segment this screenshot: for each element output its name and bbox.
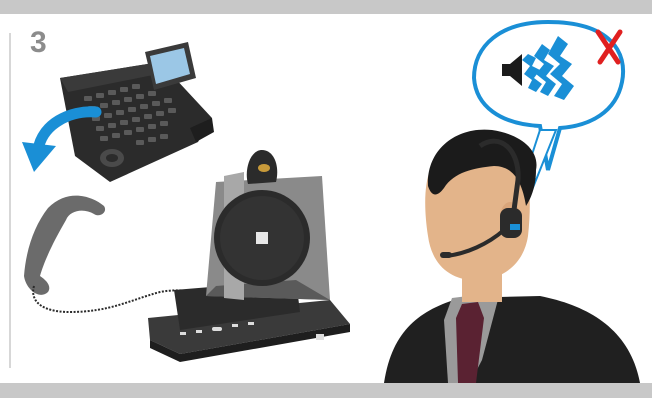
- illustration: [22, 19, 640, 383]
- handset-icon: [24, 195, 106, 295]
- instruction-panel: 3: [0, 0, 652, 398]
- base-station-icon: [148, 150, 350, 362]
- user-figure-icon: [384, 129, 640, 383]
- bottom-band: [0, 383, 652, 398]
